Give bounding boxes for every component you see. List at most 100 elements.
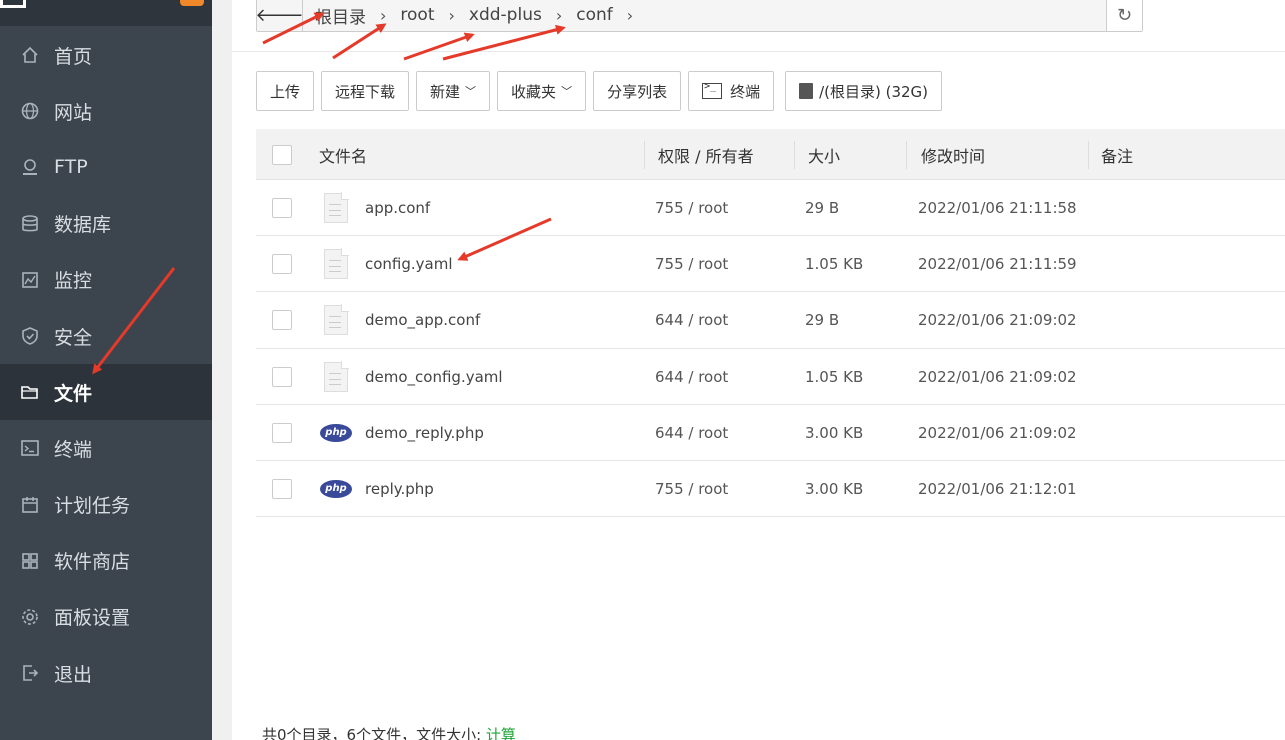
back-arrow-icon: 🡐	[255, 4, 304, 26]
chevron-down-icon: ﹀	[465, 85, 477, 98]
file-permission[interactable]: 755 / root	[655, 180, 728, 236]
file-permission[interactable]: 644 / root	[655, 349, 728, 405]
file-size: 29 B	[805, 199, 840, 217]
new-dropdown-button[interactable]: 新建 ﹀	[416, 71, 491, 111]
refresh-button[interactable]: ↻	[1106, 0, 1142, 31]
file-name[interactable]: demo_reply.php	[365, 405, 484, 461]
table-row[interactable]: app.conf 755 / root 29 B 2022/01/06 21:1…	[256, 180, 1285, 237]
file-permission[interactable]: 644 / root	[655, 292, 728, 348]
terminal-icon	[20, 438, 40, 458]
apps-icon	[20, 551, 40, 571]
disk-label: /(根目录) (32G)	[819, 82, 929, 101]
row-checkbox[interactable]	[272, 310, 292, 331]
file-mtime: 2022/01/06 21:09:02	[918, 311, 1077, 330]
file-permission[interactable]: 755 / root	[655, 461, 728, 517]
file-permission[interactable]: 755 / root	[655, 236, 728, 292]
sidebar-item-terminal[interactable]: 终端	[0, 420, 212, 476]
file-name[interactable]: config.yaml	[365, 236, 453, 292]
file-name[interactable]: demo_app.conf	[365, 292, 480, 348]
new-label: 新建	[430, 82, 461, 101]
header-note: 备注	[1101, 146, 1134, 166]
header-filename[interactable]: 文件名	[319, 129, 367, 180]
sidebar-item-label: 面板设置	[54, 607, 131, 630]
crumb-root-dir[interactable]: 根目录	[311, 3, 370, 28]
sidebar-nav: 首页 网站 FTP 数据库 监控 安全 文件 终端 计划任务 软件商店 面板设置…	[0, 27, 212, 701]
column-divider	[906, 141, 907, 169]
table-header: 文件名 权限 / 所有者 大小 修改时间 备注	[256, 129, 1285, 180]
table-row[interactable]: demo_app.conf 644 / root 29 B 2022/01/06…	[256, 292, 1285, 349]
sidebar-item-label: FTP	[54, 156, 88, 179]
php-file-icon: php	[320, 423, 352, 442]
header-mtime[interactable]: 修改时间	[921, 129, 985, 180]
sidebar-item-settings[interactable]: 面板设置	[0, 589, 212, 645]
share-list-button[interactable]: 分享列表	[593, 71, 682, 111]
status-footer: 共0个目录，6个文件，文件大小: 计算	[262, 724, 516, 740]
row-checkbox[interactable]	[272, 478, 292, 499]
sidebar-item-website[interactable]: 网站	[0, 83, 212, 139]
compute-size-link[interactable]: 计算	[486, 726, 516, 740]
sidebar-item-files[interactable]: 文件	[0, 364, 212, 421]
file-icon	[324, 192, 349, 223]
home-icon	[20, 45, 40, 65]
sidebar-item-ftp[interactable]: FTP	[0, 139, 212, 195]
column-divider	[1088, 141, 1089, 169]
gear-icon	[20, 607, 40, 627]
back-button[interactable]: 🡐	[255, 0, 304, 31]
path-bar: 🡐 根目录 › root › xdd-plus › conf › ↻	[255, 0, 1143, 32]
file-icon	[324, 360, 349, 392]
sidebar-item-label: 监控	[54, 270, 93, 293]
disk-button[interactable]: /(根目录) (32G)	[785, 71, 943, 111]
table-row[interactable]: php reply.php 755 / root 3.00 KB 2022/01…	[256, 461, 1285, 518]
terminal-button[interactable]: 终端	[688, 71, 775, 111]
refresh-icon: ↻	[1116, 4, 1133, 26]
remote-download-button[interactable]: 远程下载	[321, 71, 410, 111]
header-size[interactable]: 大小	[808, 129, 840, 180]
row-checkbox[interactable]	[272, 422, 292, 443]
sidebar-item-label: 数据库	[54, 214, 112, 237]
sidebar-item-store[interactable]: 软件商店	[0, 533, 212, 589]
row-checkbox[interactable]	[272, 366, 292, 387]
file-permission[interactable]: 644 / root	[655, 405, 728, 461]
file-size: 3.00 KB	[805, 423, 864, 442]
crumb-xdd-plus[interactable]: xdd-plus	[465, 5, 546, 25]
monitor-icon	[20, 270, 40, 290]
file-mtime: 2022/01/06 21:09:02	[918, 367, 1077, 386]
table-row[interactable]: config.yaml 755 / root 1.05 KB 2022/01/0…	[256, 236, 1285, 293]
upload-label: 上传	[270, 82, 301, 101]
sidebar-item-label: 退出	[54, 663, 93, 686]
toolbar: 上传 远程下载 新建 ﹀ 收藏夹 ﹀ 分享列表 终端 /(根目录) (32G)	[256, 71, 949, 111]
select-all-checkbox[interactable]	[272, 144, 292, 165]
logo	[0, 0, 212, 26]
file-mtime: 2022/01/06 21:11:59	[918, 255, 1077, 274]
sidebar-item-security[interactable]: 安全	[0, 308, 212, 364]
sidebar-item-monitor[interactable]: 监控	[0, 252, 212, 308]
breadcrumb: 根目录 › root › xdd-plus › conf ›	[303, 0, 643, 31]
sidebar-item-database[interactable]: 数据库	[0, 196, 212, 252]
file-name[interactable]: demo_config.yaml	[365, 349, 503, 405]
sidebar-item-home[interactable]: 首页	[0, 27, 212, 83]
php-file-icon: php	[320, 479, 352, 498]
main-panel: 🡐 根目录 › root › xdd-plus › conf › ↻ 上传 远程…	[232, 0, 1285, 740]
table-row[interactable]: demo_config.yaml 644 / root 1.05 KB 2022…	[256, 349, 1285, 405]
sidebar-item-logout[interactable]: 退出	[0, 645, 212, 701]
share-list-label: 分享列表	[607, 82, 668, 101]
sidebar-item-cron[interactable]: 计划任务	[0, 477, 212, 533]
header-permission[interactable]: 权限 / 所有者	[658, 129, 754, 180]
crumb-conf[interactable]: conf	[572, 5, 617, 25]
logout-icon	[20, 663, 40, 683]
footer-summary: 共0个目录，6个文件，文件大小:	[262, 726, 486, 740]
crumb-root[interactable]: root	[396, 5, 438, 25]
favorites-dropdown-button[interactable]: 收藏夹 ﹀	[497, 71, 587, 111]
file-name[interactable]: reply.php	[365, 461, 434, 517]
chevron-right-icon: ›	[380, 5, 387, 25]
row-checkbox[interactable]	[272, 254, 292, 275]
disk-icon	[799, 83, 814, 99]
file-size: 29 B	[805, 311, 840, 330]
file-mtime: 2022/01/06 21:11:58	[918, 199, 1077, 217]
row-checkbox[interactable]	[272, 198, 292, 218]
table-row[interactable]: php demo_reply.php 644 / root 3.00 KB 20…	[256, 405, 1285, 461]
file-name[interactable]: app.conf	[365, 180, 430, 236]
sidebar-item-label: 终端	[54, 438, 93, 461]
upload-button[interactable]: 上传	[256, 71, 315, 111]
sidebar-item-label: 计划任务	[54, 495, 131, 518]
